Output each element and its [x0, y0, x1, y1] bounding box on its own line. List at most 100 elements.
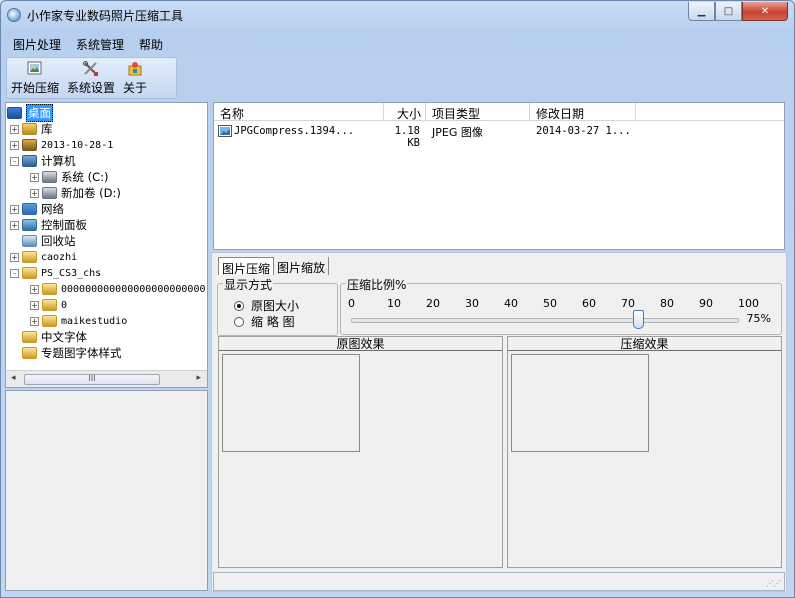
file-type: JPEG 图像 — [432, 126, 483, 139]
menu-image-processing[interactable]: 图片处理 — [6, 33, 69, 55]
network-icon — [22, 203, 37, 215]
display-mode-group: 显示方式 原图大小 缩 略 图 — [217, 276, 338, 336]
column-size[interactable]: 大小 — [384, 103, 426, 121]
tools-icon — [83, 61, 99, 76]
tab-strip: 图片压缩 图片缩放 — [218, 257, 330, 276]
about-button[interactable]: 关于 — [119, 58, 151, 98]
scroll-left-icon[interactable]: ◂ — [11, 373, 16, 383]
radio-original-size-label: 原图大小 — [251, 299, 300, 313]
tree-item[interactable]: + maikestudio — [30, 313, 127, 329]
tree-item[interactable]: - PS_CS3_chs — [10, 265, 101, 281]
tree-item[interactable]: + 网络 — [10, 201, 64, 217]
file-row[interactable]: JPGCompress.1394... 1.18 KB JPEG 图像 2014… — [218, 123, 638, 149]
radio-thumbnail[interactable]: 缩 略 图 — [234, 313, 295, 330]
tree-info-panel — [5, 390, 208, 591]
collapse-icon[interactable]: - — [10, 268, 19, 278]
library-icon — [22, 123, 37, 135]
column-type[interactable]: 项目类型 — [426, 103, 530, 121]
slider-tick-label: 60 — [582, 297, 596, 310]
slider-tick-label: 100 — [738, 297, 759, 310]
expand-icon[interactable]: + — [30, 172, 39, 182]
tree-item-label: 网络 — [41, 202, 64, 216]
tree-item-label: 专题图字体样式 — [41, 346, 122, 360]
expand-icon[interactable]: + — [10, 252, 19, 262]
start-compress-label: 开始压缩 — [11, 81, 60, 95]
radio-dot-selected — [234, 300, 244, 311]
folder-icon — [22, 267, 37, 279]
menu-bar: 图片处理 系统管理 帮助 — [6, 33, 171, 55]
tree-item[interactable]: + 控制面板 — [10, 217, 87, 233]
compression-slider-track[interactable] — [351, 318, 739, 323]
compression-ratio-title: 压缩比例% — [346, 276, 408, 293]
drive-icon — [42, 187, 57, 199]
tab-image-compress[interactable]: 图片压缩 — [218, 257, 275, 276]
menu-system-management[interactable]: 系统管理 — [69, 33, 132, 55]
file-size: 1.18 KB — [394, 125, 420, 149]
start-compress-button[interactable]: 开始压缩 — [7, 58, 63, 98]
tree-item[interactable]: 桌面 — [7, 104, 53, 122]
tree-item-label: 系统 (C:) — [61, 170, 109, 184]
minimize-button[interactable]: ▁ — [688, 2, 715, 21]
slider-tick-label: 90 — [699, 297, 713, 310]
expand-icon[interactable]: + — [30, 300, 39, 310]
original-preview-pane: 原图效果 — [218, 336, 503, 568]
folder-tree[interactable]: 桌面 + 库 +2013-10-28-1- 计算机 + 系统 (C:) + 新加卷 (D:) + 网… — [5, 102, 208, 388]
tree-item-label: 桌面 — [26, 104, 53, 122]
compressed-preview-pane: 压缩效果 — [507, 336, 782, 568]
slider-tick-label: 40 — [504, 297, 518, 310]
column-name[interactable]: 名称 — [214, 103, 384, 121]
tree-horizontal-scrollbar[interactable]: ◂ III ▸ — [6, 370, 207, 387]
app-icon — [7, 8, 21, 22]
close-icon: ✕ — [760, 5, 770, 17]
collapse-icon[interactable]: - — [10, 156, 19, 166]
tree-item[interactable]: + 库 — [10, 121, 53, 137]
control-panel-icon — [22, 219, 37, 231]
tree-item[interactable]: +000000000000000000000000 — [30, 281, 206, 297]
tree-item[interactable]: + caozhi — [10, 249, 77, 265]
about-label: 关于 — [123, 81, 148, 95]
compression-slider-thumb[interactable] — [632, 310, 644, 329]
scroll-right-icon[interactable]: ▸ — [196, 373, 201, 383]
tree-item[interactable]: + 新加卷 (D:) — [30, 185, 121, 201]
menu-help[interactable]: 帮助 — [132, 33, 171, 55]
slider-tick-label: 20 — [426, 297, 440, 310]
folder-icon — [42, 283, 57, 295]
tree-item[interactable]: 回收站 — [10, 233, 76, 249]
close-button[interactable]: ✕ — [742, 2, 788, 21]
maximize-button[interactable]: □ — [715, 2, 742, 21]
expand-icon[interactable]: + — [30, 316, 39, 326]
file-list-header: 名称 大小 项目类型 修改日期 — [214, 103, 784, 121]
resize-grip-icon[interactable]: ⋰⋰ — [766, 579, 781, 588]
tree-item[interactable]: - 计算机 — [10, 153, 76, 169]
expand-icon[interactable]: + — [10, 140, 19, 150]
tree-item[interactable]: +2013-10-28-1 — [10, 137, 113, 153]
tree-item[interactable]: +0 — [30, 297, 67, 313]
expand-icon[interactable]: + — [30, 188, 39, 198]
file-list[interactable]: 名称 大小 项目类型 修改日期 JPGCompress.1394... 1.18… — [213, 102, 785, 250]
system-settings-button[interactable]: 系统设置 — [63, 58, 119, 98]
column-date[interactable]: 修改日期 — [530, 103, 636, 121]
tab-image-resize[interactable]: 图片缩放 — [274, 257, 330, 275]
app-window: 小作家专业数码照片压缩工具 ▁ □ ✕ 图片处理 系统管理 帮助 开始压缩 系统… — [0, 0, 795, 598]
expand-icon[interactable]: + — [10, 220, 19, 230]
info-icon — [128, 62, 142, 76]
status-bar: ⋰⋰ — [213, 572, 785, 591]
tree-item[interactable]: 专题图字体样式 — [10, 345, 122, 361]
radio-original-size[interactable]: 原图大小 — [234, 297, 299, 314]
tree-item[interactable]: + 系统 (C:) — [30, 169, 109, 185]
scrollbar-thumb[interactable]: III — [24, 374, 160, 385]
original-preview-image — [222, 354, 360, 452]
compression-value-label: 75% — [746, 312, 771, 325]
compression-panel: 图片压缩 图片缩放 显示方式 原图大小 缩 略 图 压缩比例% 75% 0 10 2… — [211, 252, 787, 592]
expand-icon[interactable]: + — [10, 124, 19, 134]
expand-icon[interactable]: + — [10, 204, 19, 214]
slider-tick-label: 10 — [387, 297, 401, 310]
expand-icon[interactable]: + — [30, 284, 39, 294]
radio-thumbnail-label: 缩 略 图 — [251, 315, 295, 329]
tree-item[interactable]: 中文字体 — [10, 329, 87, 345]
title-bar[interactable]: 小作家专业数码照片压缩工具 ▁ □ ✕ — [1, 1, 794, 29]
tree-item-label: caozhi — [41, 251, 78, 263]
tree-item-label: 0 — [61, 299, 68, 311]
desktop-icon — [7, 107, 22, 119]
